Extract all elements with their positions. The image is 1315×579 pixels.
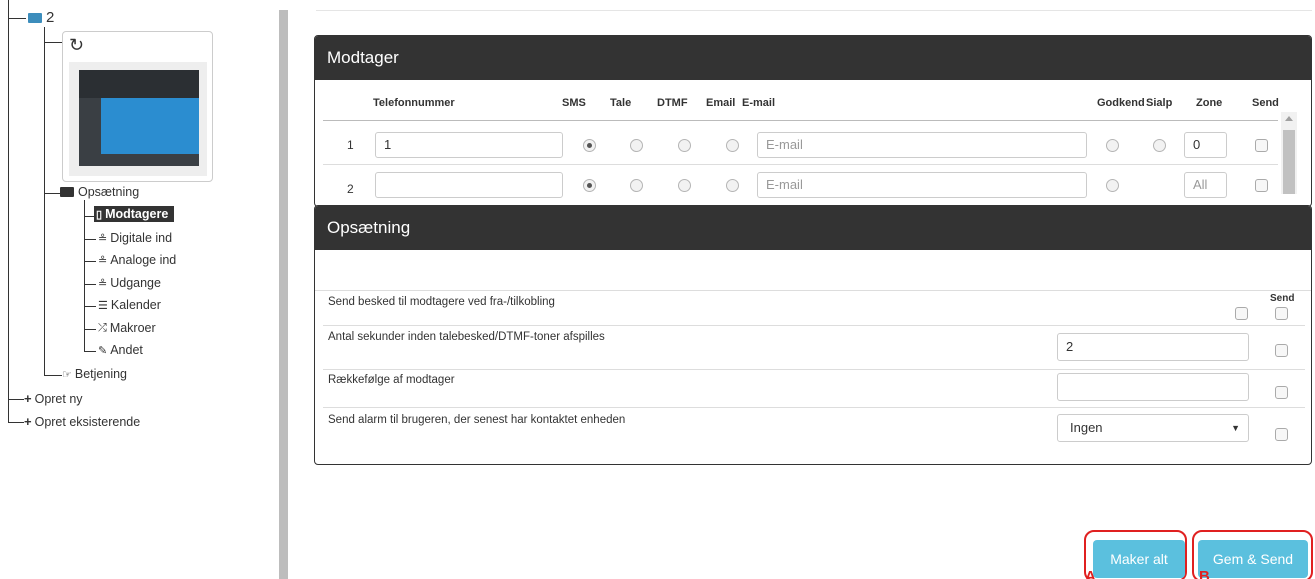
divider [316, 10, 1312, 11]
scroll-up-icon[interactable] [1285, 116, 1293, 121]
sms-radio[interactable] [583, 139, 596, 152]
phone-number-input[interactable] [375, 172, 563, 198]
tree-node-opret-ny[interactable]: + Opret ny [24, 391, 83, 406]
email-input[interactable]: E-mail [757, 172, 1087, 198]
edit-icon: ✎ [98, 344, 108, 357]
column-header-email: Email [706, 97, 736, 109]
setting-label: Antal sekunder inden talebesked/DTMF-ton… [328, 331, 605, 343]
send-checkbox[interactable] [1275, 344, 1288, 357]
sidebar-item-kalender[interactable]: ☰ Kalender [98, 298, 161, 312]
navigation-tree: 2 ↻ Opsætning ▯ Modtagere ≗ Digitale ind… [0, 0, 270, 579]
device-card[interactable]: ↻ [62, 31, 213, 182]
setup-panel: Opsætning Send Send besked til modtagere… [314, 205, 1312, 465]
folder-open-icon [28, 12, 42, 23]
column-header-phone: Telefonnummer [373, 97, 455, 109]
column-header-sialp: Sialp [1146, 97, 1173, 109]
folder-open-icon [60, 187, 74, 197]
row-number: 2 [347, 182, 354, 196]
tale-radio[interactable] [630, 139, 643, 152]
zone-input[interactable]: All [1184, 172, 1227, 198]
plus-icon: + [24, 414, 32, 429]
sidebar-item-digitale-ind[interactable]: ≗ Digitale ind [98, 231, 172, 245]
annotation-label-a: A [1085, 568, 1096, 579]
tree-node-betjening[interactable]: ☞ Betjening [62, 367, 127, 381]
column-header-email-address: E-mail [742, 97, 776, 109]
sidebar-item-makroer[interactable]: ⤮ Makroer [98, 321, 156, 335]
column-header-send: Send [1252, 97, 1279, 109]
seconds-input[interactable]: 2 [1057, 333, 1249, 361]
email-radio[interactable] [726, 139, 739, 152]
sidebar-item-udgange[interactable]: ≗ Udgange [98, 276, 161, 290]
panel-title: Modtager [315, 36, 1311, 80]
zone-input[interactable]: 0 [1184, 132, 1227, 158]
sidebar-item-andet[interactable]: ✎ Andet [98, 343, 143, 357]
gem-send-button[interactable]: Gem & Send [1198, 540, 1308, 578]
send-checkbox[interactable] [1275, 307, 1288, 320]
sms-radio[interactable] [583, 179, 596, 192]
fra-tilkobling-checkbox[interactable] [1235, 307, 1248, 320]
plus-icon: + [24, 391, 32, 406]
column-header-zone: Zone [1196, 97, 1223, 109]
godkend-radio[interactable] [1106, 179, 1119, 192]
send-checkbox[interactable] [1275, 428, 1288, 441]
refresh-icon[interactable]: ↻ [69, 35, 84, 56]
setting-label: Send besked til modtagere ved fra-/tilko… [328, 296, 555, 308]
digital-input-icon: ≗ [98, 232, 108, 245]
email-input[interactable]: E-mail [757, 132, 1087, 158]
receiver-panel: Modtager Telefonnummer SMS Tale DTMF Ema… [314, 35, 1312, 207]
tree-root-node[interactable]: 2 [28, 9, 54, 26]
panel-title: Opsætning [315, 206, 1311, 250]
output-icon: ≗ [98, 277, 108, 290]
tree-node-setup[interactable]: Opsætning [60, 185, 139, 199]
column-header-tale: Tale [610, 97, 632, 109]
dtmf-radio[interactable] [678, 139, 691, 152]
setting-label: Send alarm til brugeren, der senest har … [328, 414, 626, 426]
alarm-user-select[interactable]: Ingen ▼ [1057, 414, 1249, 442]
column-header-sms: SMS [562, 97, 586, 109]
sialp-radio[interactable] [1153, 139, 1166, 152]
column-header-send: Send [1270, 293, 1295, 304]
setting-label: Rækkefølge af modtager [328, 374, 455, 386]
scroll-thumb[interactable] [1283, 130, 1295, 194]
row-number: 1 [347, 138, 354, 152]
shuffle-icon: ⤮ [98, 321, 107, 334]
email-radio[interactable] [726, 179, 739, 192]
tree-node-opret-eksisterende[interactable]: + Opret eksisterende [24, 414, 140, 429]
phone-number-input[interactable]: 1 [375, 132, 563, 158]
phone-icon: ▯ [96, 208, 103, 221]
sidebar-item-analoge-ind[interactable]: ≗ Analoge ind [98, 253, 176, 267]
sidebar-item-modtagere[interactable]: ▯ Modtagere [94, 206, 175, 222]
receiver-order-input[interactable] [1057, 373, 1249, 401]
send-checkbox[interactable] [1275, 386, 1288, 399]
annotation-label-b: B [1199, 568, 1210, 579]
device-image [69, 62, 207, 176]
select-value: Ingen [1070, 420, 1103, 435]
analog-input-icon: ≗ [98, 254, 108, 267]
calendar-icon: ☰ [98, 299, 108, 312]
maker-alt-button[interactable]: Maker alt [1093, 540, 1185, 578]
dtmf-radio[interactable] [678, 179, 691, 192]
godkend-radio[interactable] [1106, 139, 1119, 152]
send-checkbox[interactable] [1255, 179, 1268, 192]
hand-pointer-icon: ☞ [62, 368, 72, 381]
tale-radio[interactable] [630, 179, 643, 192]
splitter-bar[interactable] [279, 10, 288, 579]
column-header-dtmf: DTMF [657, 97, 688, 109]
caret-down-icon: ▼ [1231, 423, 1240, 433]
send-checkbox[interactable] [1255, 139, 1268, 152]
receiver-scrollbar[interactable] [1281, 112, 1297, 194]
column-header-godkend: Godkend [1097, 97, 1145, 109]
